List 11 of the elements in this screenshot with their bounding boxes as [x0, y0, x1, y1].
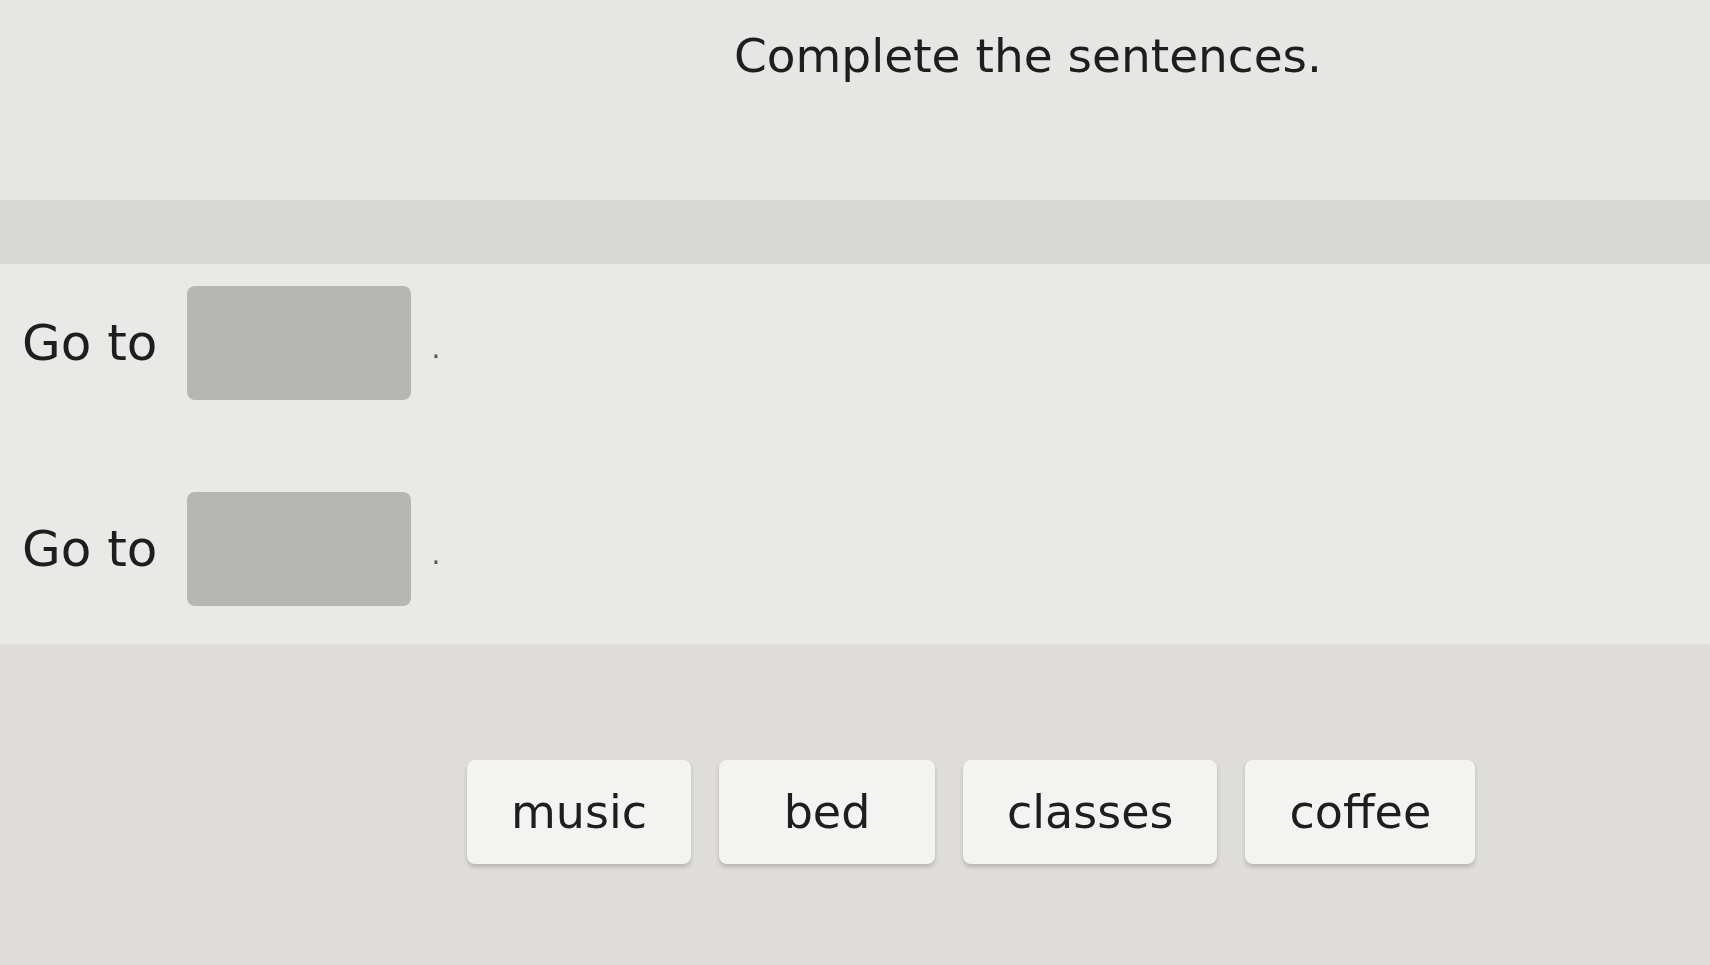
answer-box[interactable]	[187, 286, 412, 400]
sentence-text: Go to	[22, 518, 158, 580]
word-chip[interactable]: music	[467, 760, 691, 864]
sentence-text: Go to	[22, 312, 158, 374]
word-chip[interactable]: classes	[963, 760, 1218, 864]
instruction-heading: Complete the sentences.	[734, 28, 1323, 83]
sentence-period: .	[431, 331, 441, 365]
answer-box[interactable]	[187, 492, 412, 606]
word-chip[interactable]: bed	[719, 760, 935, 864]
word-chip[interactable]: coffee	[1245, 760, 1476, 864]
sentence-period: .	[431, 537, 441, 571]
